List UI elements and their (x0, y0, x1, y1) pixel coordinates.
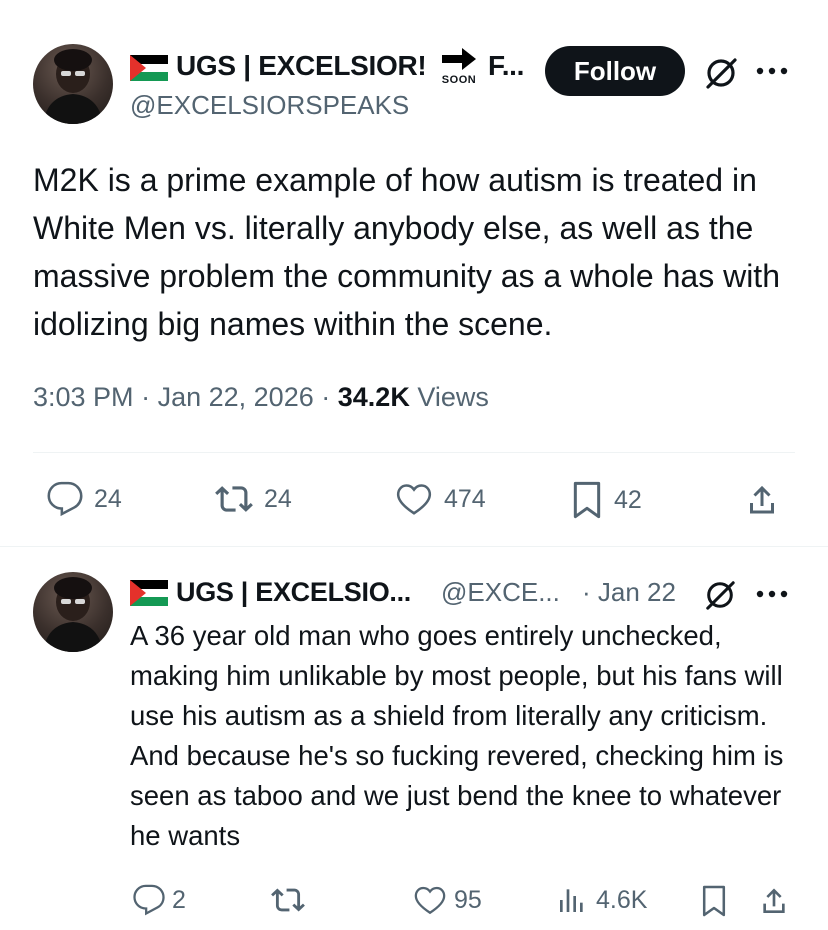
author-handle[interactable]: @EXCELSIORSPEAKS (130, 90, 409, 121)
display-name-overflow: F... (488, 50, 525, 81)
reply-icon (47, 481, 83, 517)
like-count: 474 (444, 484, 486, 513)
more-horizontal-icon[interactable] (754, 586, 790, 602)
reply-handle[interactable]: @EXCE... (441, 577, 560, 608)
soon-label: SOON (441, 74, 477, 86)
section-divider (0, 546, 828, 547)
heart-icon (414, 886, 446, 915)
reply-views-count: 4.6K (596, 885, 648, 914)
reply-like-button[interactable]: 95 (412, 883, 482, 917)
heart-icon (396, 484, 432, 515)
bookmark-icon (702, 885, 726, 917)
right-arrow-icon (442, 48, 476, 70)
reply-repost-button[interactable] (270, 883, 316, 917)
reply-icon (133, 884, 165, 916)
reply-views-button[interactable]: 4.6K (556, 883, 647, 917)
bookmark-button[interactable]: 42 (570, 480, 642, 520)
palestine-flag-icon (130, 580, 168, 606)
more-horizontal-icon[interactable] (754, 63, 790, 79)
reply-reply-button[interactable]: 2 (132, 883, 186, 917)
divider (33, 452, 795, 453)
reply-count: 24 (94, 484, 122, 513)
like-button[interactable]: 474 (394, 480, 486, 518)
meta-separator: · (141, 382, 151, 412)
grok-icon[interactable] (704, 579, 736, 611)
share-icon (750, 485, 774, 514)
reply-button[interactable]: 24 (46, 480, 122, 518)
repost-button[interactable]: 24 (214, 480, 292, 518)
reply-display-name[interactable]: UGS | EXCELSIO... (176, 577, 411, 608)
share-icon (763, 888, 785, 913)
reply-reply-count: 2 (172, 885, 186, 914)
views-count: 34.2K (337, 382, 410, 412)
tweet-meta: 3:03 PM · Jan 22, 2026 · 34.2K Views (33, 382, 489, 413)
repost-icon (271, 888, 305, 912)
reply-text: A 36 year old man who goes entirely unch… (130, 620, 784, 851)
display-name[interactable]: UGS | EXCELSIOR! (176, 50, 427, 82)
share-button[interactable] (744, 480, 780, 520)
reply-date[interactable]: · Jan 22 (582, 577, 676, 608)
tweet-date[interactable]: Jan 22, 2026 (158, 382, 314, 412)
palestine-flag-icon (130, 55, 168, 81)
reply-author-avatar[interactable] (33, 572, 113, 652)
reply-share-button[interactable] (758, 883, 790, 919)
author-avatar[interactable] (33, 44, 113, 124)
meta-separator: · (321, 382, 331, 412)
soon-arrow-emoji: SOON (440, 48, 478, 86)
bookmark-icon (573, 481, 601, 519)
grok-icon[interactable] (704, 56, 738, 90)
tweet-text: M2K is a prime example of how autism is … (33, 162, 780, 342)
follow-button[interactable]: Follow (545, 46, 685, 96)
reply-like-count: 95 (454, 885, 482, 914)
reply-bookmark-button[interactable] (700, 883, 728, 919)
analytics-icon (560, 889, 583, 912)
repost-icon (215, 486, 253, 512)
bookmark-count: 42 (614, 485, 642, 514)
repost-count: 24 (264, 484, 292, 513)
tweet-time[interactable]: 3:03 PM (33, 382, 134, 412)
views-label: Views (417, 382, 489, 412)
